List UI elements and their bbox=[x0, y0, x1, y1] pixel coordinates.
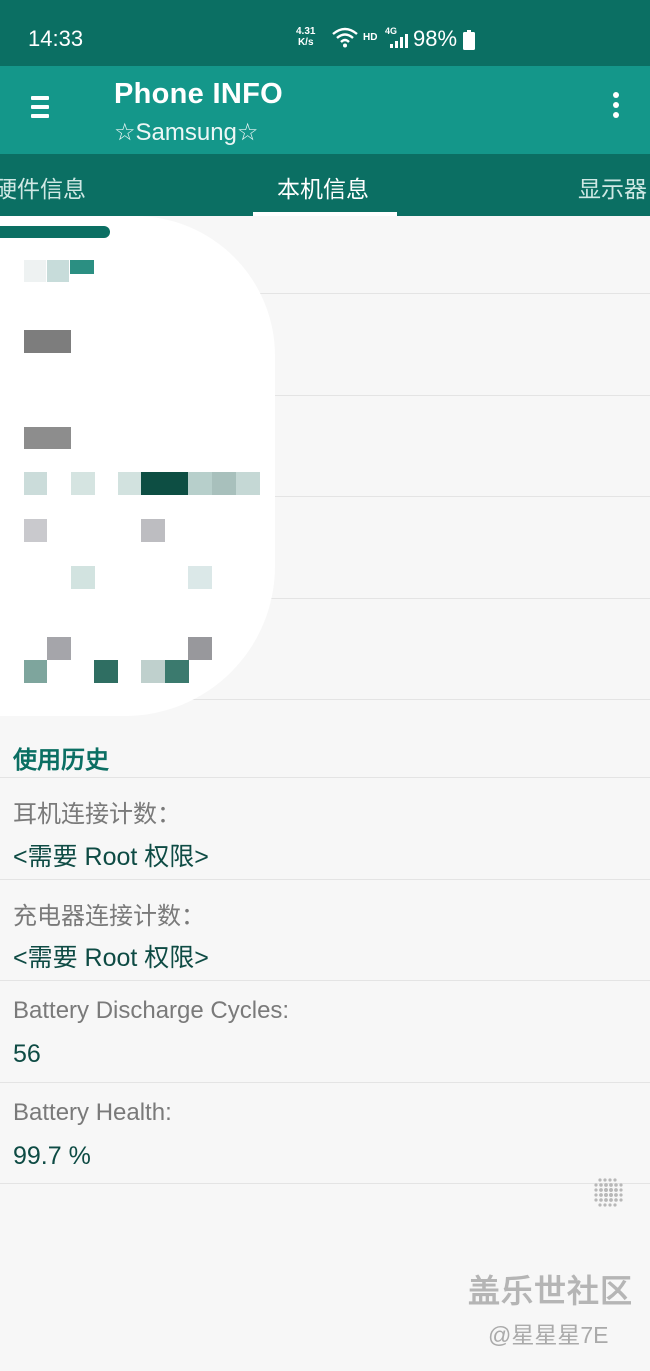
redaction-block bbox=[24, 260, 46, 282]
wifi-icon bbox=[332, 27, 358, 48]
item-label-headset-count: 耳机连接计数： bbox=[13, 801, 181, 828]
app-subtitle: ☆Samsung☆ bbox=[114, 119, 259, 146]
redaction-block bbox=[47, 260, 69, 282]
item-label-discharge-cycles: Battery Discharge Cycles: bbox=[13, 997, 290, 1024]
app-bar: Phone INFO ☆Samsung☆ bbox=[0, 66, 650, 154]
redaction-block bbox=[24, 472, 47, 495]
redaction-block bbox=[165, 660, 189, 683]
redaction-block bbox=[118, 472, 141, 495]
redaction-block bbox=[94, 660, 118, 683]
tab-device-info[interactable]: 本机信息 bbox=[277, 170, 369, 204]
menu-icon[interactable] bbox=[26, 96, 54, 124]
item-label-battery-health: Battery Health: bbox=[13, 1099, 172, 1126]
redaction-block bbox=[70, 260, 94, 274]
row-divider bbox=[0, 777, 650, 778]
redaction-block bbox=[24, 427, 71, 449]
signal-icon bbox=[390, 34, 408, 48]
net-speed-indicator: 4.31 K/s bbox=[296, 26, 315, 48]
tab-hardware-info[interactable]: 硬件信息 bbox=[0, 170, 86, 204]
row-divider bbox=[0, 1183, 650, 1184]
more-options-icon[interactable] bbox=[604, 92, 628, 126]
item-value-discharge-cycles: 56 bbox=[13, 1040, 41, 1068]
item-value-headset-count: <需要 Root 权限> bbox=[13, 843, 209, 871]
section-title-usage-history: 使用历史 bbox=[13, 747, 109, 774]
net-speed-value: 4.31 bbox=[296, 26, 316, 37]
redaction-block bbox=[47, 637, 71, 660]
row-divider bbox=[0, 980, 650, 981]
redaction-block bbox=[0, 226, 110, 238]
tab-bar: 硬件信息 本机信息 显示器 bbox=[0, 154, 650, 216]
redaction-block bbox=[71, 566, 95, 589]
battery-percent: 98% bbox=[413, 26, 458, 51]
app-title: Phone INFO bbox=[114, 78, 283, 110]
item-value-battery-health: 99.7 % bbox=[13, 1142, 91, 1170]
redaction-block bbox=[188, 637, 212, 660]
item-label-charger-count: 充电器连接计数： bbox=[13, 903, 205, 930]
redaction-block bbox=[24, 660, 47, 683]
net-speed-unit: K/s bbox=[297, 37, 314, 48]
watermark-user: @星星星7E bbox=[488, 1322, 609, 1348]
redaction-block bbox=[141, 519, 165, 542]
status-time: 14:33 bbox=[28, 26, 84, 51]
tab-display[interactable]: 显示器 bbox=[578, 170, 647, 204]
redaction-block bbox=[24, 519, 47, 542]
redaction-block bbox=[188, 472, 212, 495]
redaction-block bbox=[212, 472, 236, 495]
battery-icon bbox=[463, 30, 475, 50]
row-divider bbox=[0, 1082, 650, 1083]
row-divider bbox=[0, 879, 650, 880]
redaction-block bbox=[188, 566, 212, 589]
redaction-block bbox=[71, 472, 95, 495]
redaction-block bbox=[24, 330, 71, 353]
redaction-block bbox=[141, 660, 165, 683]
redaction-block bbox=[236, 472, 260, 495]
status-bar: 14:33 4.31 K/s HD 4G 98% bbox=[0, 0, 650, 66]
hd-voice-icon: HD bbox=[363, 32, 378, 43]
redaction-mask bbox=[0, 216, 275, 716]
watermark-brand: 盖乐世社区 bbox=[468, 1273, 634, 1309]
item-value-charger-count: <需要 Root 权限> bbox=[13, 944, 209, 972]
watermark-dots-icon bbox=[594, 1178, 623, 1207]
redaction-block bbox=[141, 472, 188, 495]
info-list: 使用历史 耳机连接计数： <需要 Root 权限> 充电器连接计数： <需要 R… bbox=[0, 216, 650, 1371]
